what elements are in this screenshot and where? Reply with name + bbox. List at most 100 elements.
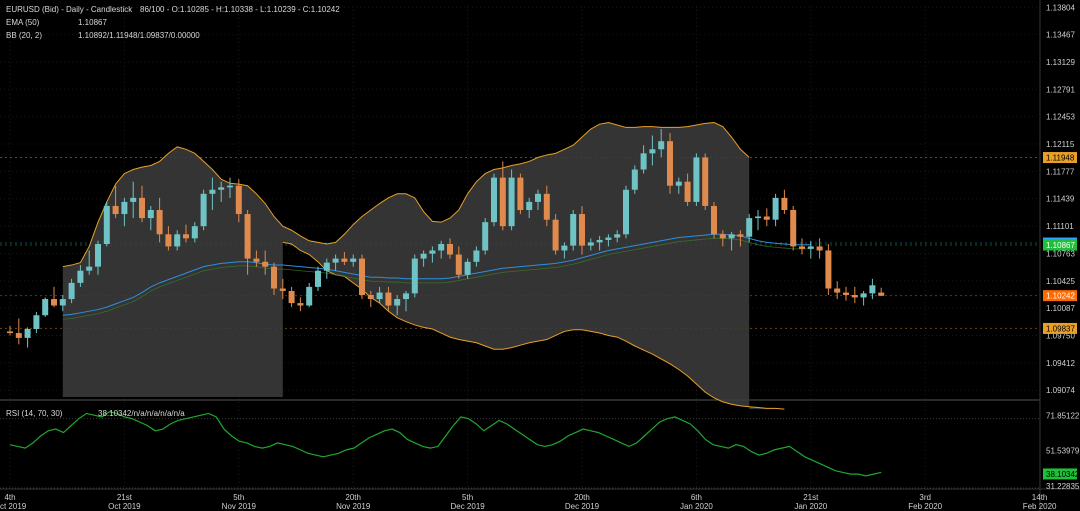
candle-body (200, 193, 207, 227)
candle-body (262, 261, 269, 267)
candle-body (658, 141, 665, 150)
candle-body (596, 239, 603, 243)
candle-body (394, 299, 401, 306)
candle-body (843, 292, 849, 295)
time-tick-month: Jan 2020 (794, 502, 827, 511)
candle-body (183, 234, 189, 239)
candle-body (640, 153, 647, 170)
price-tick-label: 1.11777 (1046, 167, 1075, 176)
candle-body (719, 234, 726, 239)
bb-legend-value: 1.10892/1.11948/1.09837/0.00000 (78, 31, 200, 40)
candle-body (825, 250, 832, 289)
price-tick-label: 1.10763 (1046, 249, 1075, 258)
candle-body (121, 201, 128, 215)
price-tick-label: 1.09074 (1046, 386, 1075, 395)
candle-body (209, 189, 216, 194)
candle-body (103, 205, 110, 244)
price-tick-label: 1.11101 (1046, 222, 1074, 231)
ema-legend-value: 1.10867 (78, 18, 107, 27)
candle-body (482, 222, 489, 251)
candle-body (376, 292, 383, 300)
time-tick-month: Dec 2019 (565, 502, 600, 511)
candle-body (508, 177, 515, 227)
candle-body (130, 197, 137, 202)
candle-body (535, 193, 541, 202)
price-badge-label: 1.11948 (1046, 154, 1075, 163)
price-tick-label: 1.10087 (1046, 304, 1075, 313)
rsi-tick-label: 51.53979 (1046, 447, 1080, 456)
candle-body (667, 141, 673, 186)
candle-body (579, 214, 585, 246)
candle-body (605, 237, 612, 240)
price-tick-label: 1.10425 (1046, 277, 1075, 286)
candle-body (755, 216, 761, 219)
time-tick-month: Jan 2020 (680, 502, 713, 511)
price-tick-label: 1.13804 (1046, 3, 1075, 12)
time-tick-day: 21st (803, 493, 819, 502)
candle-body (543, 193, 550, 220)
candle-body (675, 181, 682, 186)
price-badge-label: 1.10242 (1046, 292, 1075, 301)
candle-body (68, 282, 75, 300)
candle-body (711, 205, 717, 235)
candle-body (385, 292, 392, 306)
candle-body (15, 333, 22, 338)
candle-body (156, 210, 163, 235)
candle-body (77, 270, 84, 283)
time-tick-day: 21st (117, 493, 133, 502)
candle-body (684, 181, 691, 202)
candle-body (59, 299, 66, 306)
candle-body (147, 210, 154, 219)
candle-body (499, 177, 506, 227)
candle-body (165, 234, 172, 247)
candle-body (7, 331, 13, 334)
candle-body (649, 149, 656, 154)
candle-body (763, 216, 770, 220)
time-tick-month: Dec 2019 (450, 502, 485, 511)
candle-body (552, 219, 559, 251)
candle-body (95, 244, 101, 267)
candle-body (464, 261, 471, 275)
candle-body (816, 246, 823, 251)
rsi-tick-label: 71.85122 (1046, 411, 1080, 420)
time-tick-day: 20th (345, 493, 361, 502)
time-tick-day: 6th (691, 493, 702, 502)
time-tick-day: 5th (233, 493, 244, 502)
time-tick-day: 4th (4, 493, 15, 502)
candle-body (561, 245, 568, 251)
price-tick-label: 1.09412 (1046, 359, 1075, 368)
candle-body (702, 157, 709, 206)
candle-body (447, 244, 453, 255)
candle-body (403, 293, 409, 300)
candle-body (244, 214, 251, 259)
candle-body (51, 299, 57, 306)
price-tick-label: 1.12115 (1046, 140, 1075, 149)
rsi-tick-label: 31.22835 (1046, 482, 1080, 491)
time-tick-day: 20th (574, 493, 590, 502)
candle-body (288, 290, 295, 304)
time-tick-month: Feb 2020 (1023, 502, 1057, 511)
candle-body (359, 258, 365, 295)
candle-body (728, 234, 735, 239)
candle-body (33, 315, 40, 329)
candle-body (420, 253, 427, 259)
candle-body (227, 185, 233, 188)
candle-body (235, 185, 242, 215)
time-tick-day: 14th (1032, 493, 1048, 502)
candle-body (86, 266, 93, 271)
candle-body (851, 295, 858, 298)
rsi-legend-value: 38.10342/n/a/n/a/n/a/n/a (98, 409, 185, 418)
candle-body (517, 177, 524, 210)
candle-body (772, 197, 779, 220)
ohlc-readout: 86/100 - O:1.10285 - H:1.10338 - L:1.102… (140, 5, 340, 14)
candle-body (332, 258, 339, 263)
candle-body (411, 258, 418, 294)
time-tick-month: Nov 2019 (222, 502, 257, 511)
candle-body (315, 270, 321, 287)
candle-body (455, 254, 462, 275)
candle-body (570, 214, 577, 246)
candle-body (253, 258, 260, 262)
time-tick-month: Nov 2019 (336, 502, 371, 511)
candle-body (218, 187, 225, 190)
candle-body (526, 201, 533, 210)
